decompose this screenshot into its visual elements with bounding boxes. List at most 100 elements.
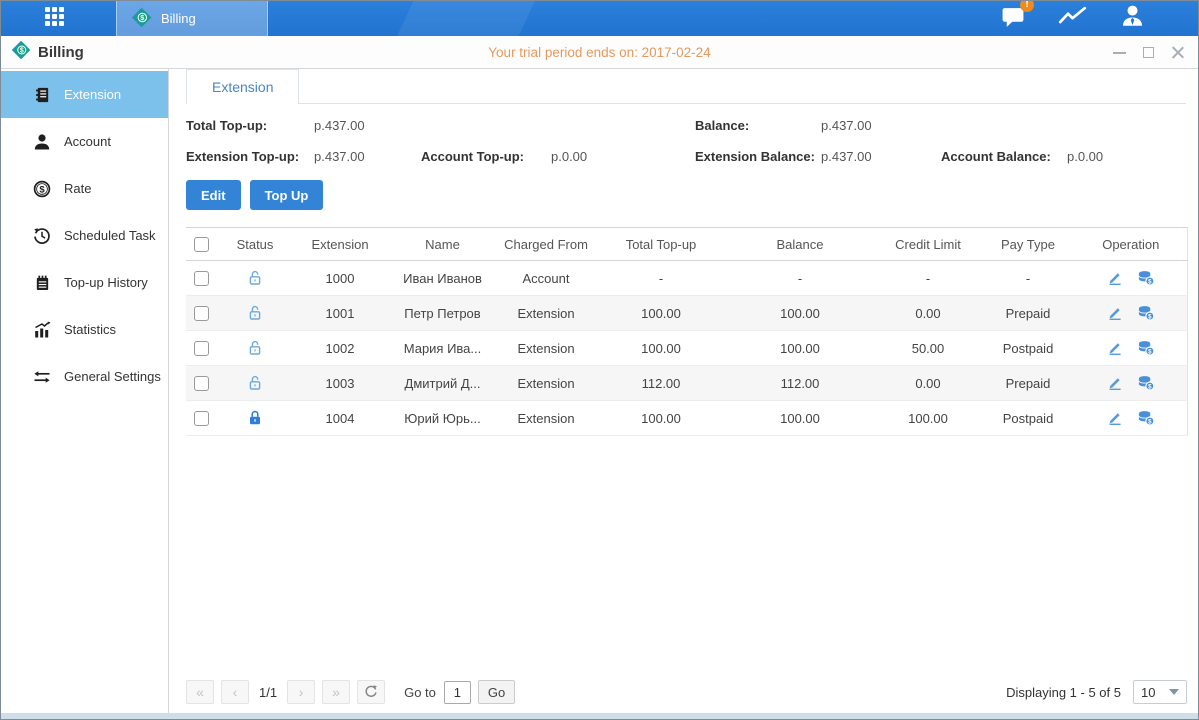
top-up-button[interactable]: Top Up [250, 180, 324, 210]
goto-page-input[interactable] [444, 681, 471, 704]
sidebar-item-top-up-history[interactable]: Top-up History [1, 259, 168, 306]
tab-bar: Extension [186, 69, 1186, 104]
topup-row-icon[interactable]: $ [1137, 305, 1155, 321]
svg-text:$: $ [1148, 279, 1152, 286]
cell-total-topup: 100.00 [597, 296, 725, 331]
go-button[interactable]: Go [478, 680, 515, 704]
table-row: 1004Юрий Юрь...Extension100.00100.00100.… [186, 401, 1187, 436]
sidebar-item-scheduled-task[interactable]: Scheduled Task [1, 212, 168, 259]
row-checkbox[interactable] [194, 271, 209, 286]
cell-credit-limit: 100.00 [875, 401, 981, 436]
edit-button[interactable]: Edit [186, 180, 241, 210]
rate-dollar-icon: $ [33, 180, 51, 198]
status-unlocked-icon [247, 270, 263, 285]
sidebar-item-extension[interactable]: Extension [1, 71, 168, 118]
app-body: ExtensionAccount$RateScheduled TaskTop-u… [1, 69, 1198, 713]
edit-row-icon[interactable] [1107, 305, 1123, 321]
extension-balance-label: Extension Balance: [695, 149, 821, 164]
account-topup-value: p.0.00 [551, 149, 695, 164]
topup-row-icon[interactable]: $ [1137, 410, 1155, 426]
minimize-button[interactable] [1113, 46, 1126, 59]
topup-row-icon[interactable]: $ [1137, 375, 1155, 391]
cell-balance: 100.00 [725, 331, 875, 366]
table-header-row: Status Extension Name Charged From Total… [186, 228, 1187, 261]
cell-total-topup: 112.00 [597, 366, 725, 401]
topbar-tab-billing[interactable]: $ Billing [116, 1, 268, 36]
cell-name: Петр Петров [390, 296, 495, 331]
refresh-button[interactable] [357, 680, 385, 704]
cell-pay-type: Prepaid [981, 296, 1075, 331]
goto-label: Go to [404, 685, 436, 700]
sidebar-item-rate[interactable]: $Rate [1, 165, 168, 212]
account-balance-value: p.0.00 [1067, 149, 1186, 164]
window-title: Billing [38, 44, 84, 61]
first-page-button[interactable]: « [186, 680, 214, 704]
edit-row-icon[interactable] [1107, 340, 1123, 356]
cell-pay-type: Prepaid [981, 366, 1075, 401]
sidebar-item-label: Statistics [64, 322, 116, 337]
column-header-balance: Balance [725, 228, 875, 261]
chevron-down-icon [1169, 689, 1179, 695]
sidebar-item-statistics[interactable]: Statistics [1, 306, 168, 353]
column-header-pay-type: Pay Type [981, 228, 1075, 261]
column-header-status: Status [220, 228, 290, 261]
monitor-button[interactable] [1058, 4, 1087, 34]
maximize-button[interactable] [1142, 46, 1155, 59]
row-checkbox[interactable] [194, 411, 209, 426]
pagination-summary: Displaying 1 - 5 of 5 10 [1006, 680, 1187, 704]
total-topup-label: Total Top-up: [186, 118, 314, 133]
page-size-select[interactable]: 10 [1133, 680, 1187, 704]
cell-total-topup: - [597, 261, 725, 296]
summary-right: Balance: p.437.00 Extension Balance: p.4… [695, 118, 1186, 164]
last-page-button[interactable]: » [322, 680, 350, 704]
edit-row-icon[interactable] [1107, 270, 1123, 286]
page-indicator: 1/1 [259, 685, 277, 700]
user-button[interactable] [1119, 3, 1146, 34]
balance-label: Balance: [695, 118, 821, 133]
row-checkbox[interactable] [194, 306, 209, 321]
edit-row-icon[interactable] [1107, 410, 1123, 426]
cell-extension: 1003 [290, 366, 390, 401]
svg-text:$: $ [1148, 384, 1152, 391]
close-button[interactable] [1171, 46, 1184, 59]
apps-grid-button[interactable] [37, 1, 71, 36]
summary-left: Total Top-up: p.437.00 Extension Top-up:… [186, 118, 695, 164]
sidebar-item-label: General Settings [64, 369, 161, 384]
topup-row-icon[interactable]: $ [1137, 340, 1155, 356]
account-balance-label: Account Balance: [941, 149, 1067, 164]
sidebar-item-label: Top-up History [64, 275, 148, 290]
statistics-chart-icon [33, 321, 51, 339]
sidebar: ExtensionAccount$Rate Scheduled Task Top-u… [1, 69, 169, 713]
extension-topup-label: Extension Top-up: [186, 149, 314, 164]
prev-page-button[interactable]: ‹ [221, 680, 249, 704]
pagination-bar: « ‹ 1/1 › » Go to Go Display [186, 680, 1187, 713]
sidebar-item-general-settings[interactable]: General Settings [1, 353, 168, 400]
sidebar-item-label: Scheduled Task [64, 228, 156, 243]
action-buttons: Edit Top Up [186, 180, 1186, 210]
column-header-name: Name [390, 228, 495, 261]
account-person-icon [33, 133, 51, 151]
sidebar-item-account[interactable]: Account [1, 118, 168, 165]
notifications-button[interactable]: ! [1000, 4, 1026, 34]
svg-text:$: $ [39, 184, 45, 195]
svg-text:$: $ [20, 47, 24, 54]
row-checkbox[interactable] [194, 341, 209, 356]
extension-topup-value: p.437.00 [314, 149, 421, 164]
status-unlocked-icon [247, 340, 263, 355]
cell-name: Мария Ива... [390, 331, 495, 366]
topup-row-icon[interactable]: $ [1137, 270, 1155, 286]
balance-value: p.437.00 [821, 118, 941, 133]
tab-extension[interactable]: Extension [186, 69, 299, 104]
column-header-operation: Operation [1075, 228, 1187, 261]
extension-ledger-icon [33, 86, 51, 104]
select-all-checkbox[interactable] [194, 237, 209, 252]
next-page-button[interactable]: › [287, 680, 315, 704]
displaying-label: Displaying 1 - 5 of 5 [1006, 685, 1121, 700]
window-bottom-edge [1, 713, 1198, 719]
edit-row-icon[interactable] [1107, 375, 1123, 391]
main-content: Extension Total Top-up: p.437.00 Extensi… [169, 69, 1198, 713]
apps-grid-icon [45, 7, 64, 31]
cell-balance: 112.00 [725, 366, 875, 401]
row-checkbox[interactable] [194, 376, 209, 391]
line-chart-icon [1058, 4, 1087, 34]
